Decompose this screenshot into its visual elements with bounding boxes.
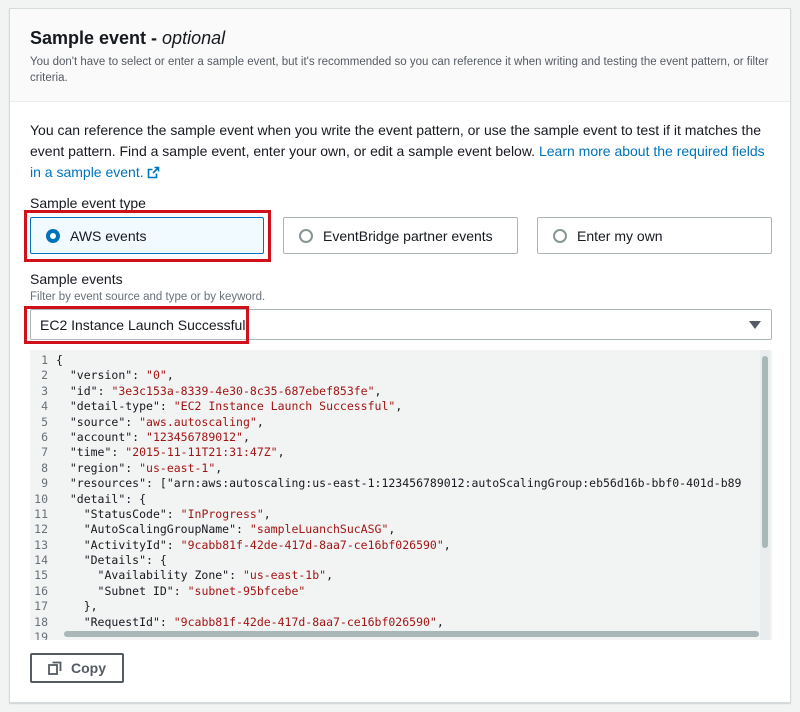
- code-text: "Availability Zone": "us-east-1b",: [97, 568, 334, 583]
- code-text: "StatusCode": "InProgress",: [83, 506, 271, 521]
- line-number: 6: [41, 429, 48, 444]
- code-line: 4 "detail-type": "EC2 Instance Launch Su…: [30, 399, 760, 414]
- copy-button-label: Copy: [71, 660, 106, 676]
- code-lines: 1{2 "version": "0", 3 "id": "3e3c153a-833…: [30, 353, 760, 640]
- radio-tile-enter-my-own[interactable]: Enter my own: [537, 217, 772, 254]
- radio-tile-aws-events[interactable]: AWS events: [30, 217, 264, 254]
- code-editor[interactable]: 1{2 "version": "0", 3 "id": "3e3c153a-833…: [30, 350, 772, 640]
- code-text: "region": "us-east-1",: [69, 460, 223, 475]
- code-line: 12 "AutoScalingGroupName": "sampleLuanch…: [30, 522, 760, 537]
- code-text: "account": "123456789012",: [69, 429, 250, 444]
- intro-text: You can reference the sample event when …: [30, 120, 775, 185]
- code-line: 2 "version": "0",: [30, 368, 760, 383]
- line-number: 16: [34, 583, 48, 598]
- horizontal-scrollbar-thumb[interactable]: [64, 631, 759, 637]
- line-number: 15: [34, 568, 48, 583]
- line-number: 17: [34, 599, 48, 614]
- sample-event-panel: Sample event - optional You don't have t…: [9, 8, 791, 703]
- sample-event-type-label: Sample event type: [30, 195, 146, 211]
- line-number: 2: [41, 368, 48, 383]
- radio-tile-label: Enter my own: [577, 227, 663, 244]
- code-line: 17 },: [30, 599, 760, 614]
- code-line: 9 "resources": ["arn:aws:autoscaling:us-…: [30, 476, 760, 491]
- code-line: 7 "time": "2015-11-11T21:31:47Z",: [30, 445, 760, 460]
- horizontal-scrollbar[interactable]: [64, 630, 759, 638]
- external-link-icon: [147, 164, 160, 185]
- code-line: 18 "RequestId": "9cabb81f-42de-417d-8aa7…: [30, 615, 760, 630]
- code-line: 6 "account": "123456789012",: [30, 430, 760, 445]
- code-line: 16 "Subnet ID": "subnet-95bfcebe": [30, 584, 760, 599]
- sample-events-label: Sample events: [30, 271, 123, 287]
- radio-selected-icon: [46, 228, 60, 243]
- code-text: },: [56, 599, 98, 614]
- vertical-scrollbar-thumb[interactable]: [762, 356, 768, 548]
- line-number: 10: [34, 491, 48, 506]
- code-text: "Details": {: [83, 553, 167, 568]
- code-line: 5 "source": "aws.autoscaling",: [30, 415, 760, 430]
- vertical-scrollbar[interactable]: [760, 350, 770, 640]
- code-text: "detail-type": "EC2 Instance Launch Succ…: [69, 399, 403, 414]
- radio-tile-label: AWS events: [70, 227, 147, 244]
- line-number: 4: [41, 399, 48, 414]
- code-line: 10 "detail": {: [30, 492, 760, 507]
- code-text: "time": "2015-11-11T21:31:47Z",: [69, 445, 285, 460]
- line-number: 1: [41, 353, 48, 367]
- radio-unselected-icon: [553, 228, 567, 243]
- line-number: 3: [41, 383, 48, 398]
- code-text: "source": "aws.autoscaling",: [69, 414, 264, 429]
- code-text: "id": "3e3c153a-8339-4e30-8c35-687ebef85…: [69, 383, 382, 398]
- line-number: 18: [34, 614, 48, 629]
- panel-title: Sample event - optional: [30, 28, 225, 49]
- panel-header: Sample event - optional You don't have t…: [10, 9, 790, 102]
- panel-title-text: Sample event -: [30, 28, 163, 48]
- line-number: 8: [41, 460, 48, 475]
- caret-down-icon: [749, 321, 761, 329]
- copy-button[interactable]: Copy: [30, 653, 124, 683]
- copy-icon: [48, 661, 62, 675]
- code-line: 8 "region": "us-east-1",: [30, 461, 760, 476]
- code-text: "detail": {: [69, 491, 147, 506]
- code-text: "ActivityId": "9cabb81f-42de-417d-8aa7-c…: [83, 537, 451, 552]
- line-number: 14: [34, 553, 48, 568]
- radio-tile-eventbridge-partner-events[interactable]: EventBridge partner events: [283, 217, 518, 254]
- line-number: 13: [34, 537, 48, 552]
- line-number: 5: [41, 414, 48, 429]
- radio-tile-label: EventBridge partner events: [323, 227, 493, 244]
- code-text: "Subnet ID": "subnet-95bfcebe": [97, 583, 306, 598]
- code-line: 13 "ActivityId": "9cabb81f-42de-417d-8aa…: [30, 538, 760, 553]
- code-text: "AutoScalingGroupName": "sampleLuanchSuc…: [83, 522, 396, 537]
- code-text: {: [56, 353, 63, 367]
- code-line: 1{: [30, 353, 760, 368]
- panel-description: You don't have to select or enter a samp…: [30, 56, 769, 84]
- line-number: 12: [34, 522, 48, 537]
- code-line: 3 "id": "3e3c153a-8339-4e30-8c35-687ebef…: [30, 384, 760, 399]
- line-number: 7: [41, 445, 48, 460]
- line-number: 9: [41, 476, 48, 491]
- code-line: 15 "Availability Zone": "us-east-1b",: [30, 568, 760, 583]
- radio-unselected-icon: [299, 228, 313, 243]
- code-text: "version": "0",: [69, 368, 174, 383]
- panel-title-optional: optional: [162, 28, 226, 48]
- line-number: 11: [34, 506, 48, 521]
- code-text: "resources": ["arn:aws:autoscaling:us-ea…: [69, 476, 742, 491]
- code-line: 11 "StatusCode": "InProgress",: [30, 507, 760, 522]
- line-number: 19: [34, 630, 48, 640]
- code-text: "RequestId": "9cabb81f-42de-417d-8aa7-ce…: [83, 614, 444, 629]
- sample-events-selected-value: EC2 Instance Launch Successful: [40, 316, 246, 333]
- sample-events-hint: Filter by event source and type or by ke…: [30, 291, 266, 303]
- sample-events-select[interactable]: EC2 Instance Launch Successful: [30, 309, 772, 340]
- code-line: 14 "Details": {: [30, 553, 760, 568]
